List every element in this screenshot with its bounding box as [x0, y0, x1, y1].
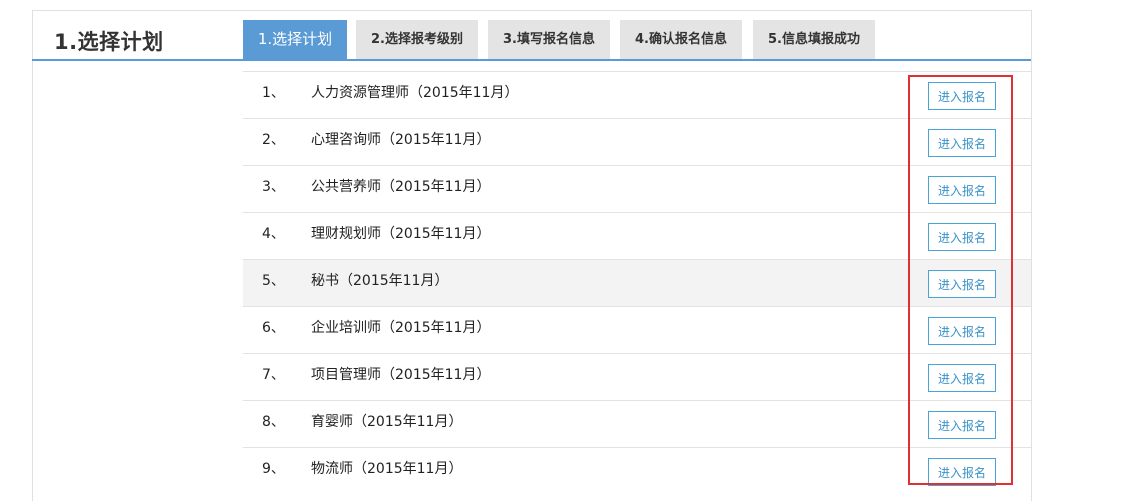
tab-step-3-fill-info[interactable]: 3.填写报名信息 — [488, 20, 610, 59]
plan-row: 9、 物流师（2015年11月） 进入报名 — [243, 447, 1031, 494]
plan-name: 心理咨询师（2015年11月） — [311, 132, 491, 148]
enroll-button[interactable]: 进入报名 — [928, 129, 996, 157]
plan-number: 9、 — [262, 461, 285, 477]
plan-row: 6、 企业培训师（2015年11月） 进入报名 — [243, 306, 1031, 353]
tab-step-1-select-plan[interactable]: 1.选择计划 — [243, 20, 347, 59]
page-title: 1.选择计划 — [54, 30, 164, 54]
plan-name: 项目管理师（2015年11月） — [311, 367, 491, 383]
plan-name: 理财规划师（2015年11月） — [311, 226, 491, 242]
plan-name: 秘书（2015年11月） — [311, 273, 449, 289]
enroll-button[interactable]: 进入报名 — [928, 317, 996, 345]
plan-number: 2、 — [262, 132, 285, 148]
enroll-button[interactable]: 进入报名 — [928, 411, 996, 439]
plan-name: 人力资源管理师（2015年11月） — [311, 85, 519, 101]
tab-step-4-confirm-info[interactable]: 4.确认报名信息 — [620, 20, 742, 59]
plan-row: 2、 心理咨询师（2015年11月） 进入报名 — [243, 118, 1031, 165]
enroll-button[interactable]: 进入报名 — [928, 82, 996, 110]
enroll-button[interactable]: 进入报名 — [928, 270, 996, 298]
header-divider — [32, 59, 1031, 61]
tab-step-5-success[interactable]: 5.信息填报成功 — [753, 20, 875, 59]
plan-name: 育婴师（2015年11月） — [311, 414, 463, 430]
plan-name: 物流师（2015年11月） — [311, 461, 463, 477]
plan-row: 3、 公共营养师（2015年11月） 进入报名 — [243, 165, 1031, 212]
plan-number: 7、 — [262, 367, 285, 383]
plan-number: 4、 — [262, 226, 285, 242]
enroll-button[interactable]: 进入报名 — [928, 176, 996, 204]
plan-number: 1、 — [262, 85, 285, 101]
plan-number: 8、 — [262, 414, 285, 430]
enroll-button[interactable]: 进入报名 — [928, 364, 996, 392]
plan-row-hovered: 5、 秘书（2015年11月） 进入报名 — [243, 259, 1031, 306]
plan-number: 3、 — [262, 179, 285, 195]
plan-row: 4、 理财规划师（2015年11月） 进入报名 — [243, 212, 1031, 259]
enroll-button[interactable]: 进入报名 — [928, 458, 996, 486]
plan-number: 5、 — [262, 273, 285, 289]
plan-name: 企业培训师（2015年11月） — [311, 320, 491, 336]
plan-list: 1、 人力资源管理师（2015年11月） 进入报名 2、 心理咨询师（2015年… — [243, 71, 1031, 494]
plan-name: 公共营养师（2015年11月） — [311, 179, 491, 195]
plan-row: 8、 育婴师（2015年11月） 进入报名 — [243, 400, 1031, 447]
plan-number: 6、 — [262, 320, 285, 336]
plan-row: 1、 人力资源管理师（2015年11月） 进入报名 — [243, 71, 1031, 118]
enroll-button[interactable]: 进入报名 — [928, 223, 996, 251]
plan-row: 7、 项目管理师（2015年11月） 进入报名 — [243, 353, 1031, 400]
tab-step-2-select-level[interactable]: 2.选择报考级别 — [356, 20, 478, 59]
